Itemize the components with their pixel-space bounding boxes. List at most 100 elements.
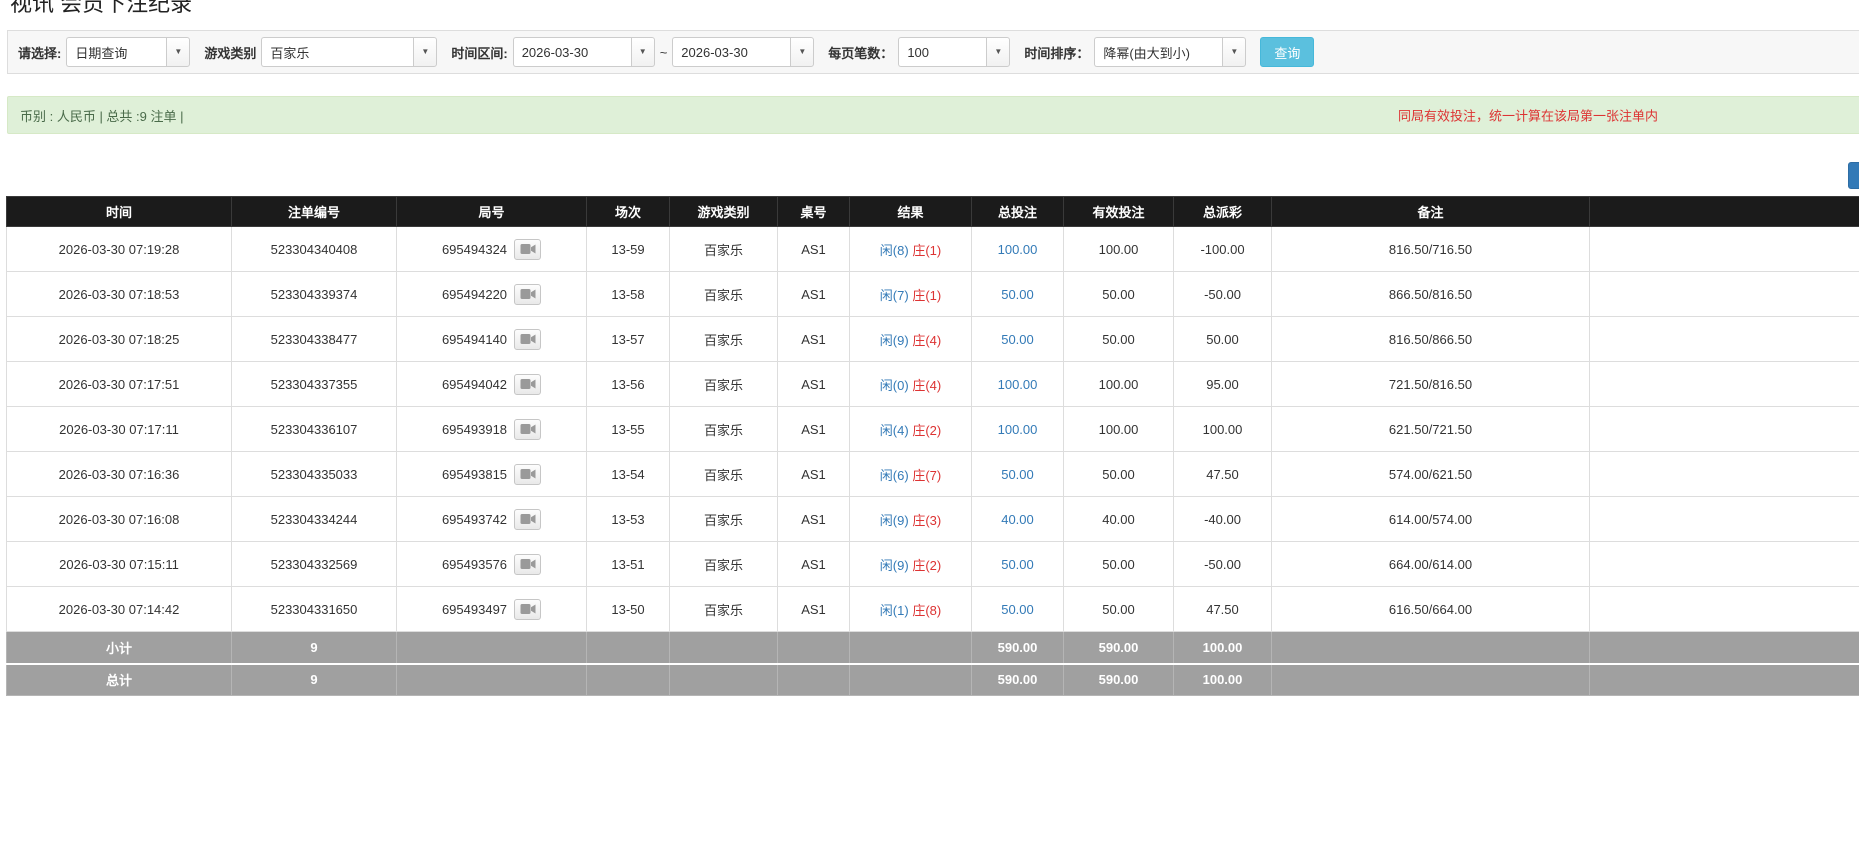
round-id-cell: 695493497 [396,586,587,632]
filler-cell [1589,406,1859,452]
note-cell: 664.00/614.00 [1271,541,1590,587]
time-cell: 2026-03-30 07:14:42 [6,586,232,632]
payout-cell: 95.00 [1173,361,1272,407]
note-cell: 621.50/721.50 [1271,406,1590,452]
payout-cell: 50.00 [1173,316,1272,362]
per-page-group: 每页笔数： ▼ [828,37,1011,67]
query-type-input[interactable] [66,37,167,67]
round-id: 695494220 [441,286,508,302]
game-type-label: 游戏类别 [204,45,257,61]
result-player: 闲(4) [879,422,909,438]
result-banker: 庄(3) [912,512,942,528]
time-sort-dropdown-button[interactable]: ▼ [1222,37,1247,67]
date-from-dropdown-button[interactable]: ▼ [630,37,655,67]
cut-off-right-edge-button[interactable] [1848,162,1859,189]
total-bet-link[interactable]: 50.00 [1001,332,1034,347]
total-bet-link[interactable]: 50.00 [1001,557,1034,572]
table-row: 2026-03-30 07:14:42 523304331650 695493497… [6,586,1859,632]
game-type-cell: 百家乐 [669,541,778,587]
search-button[interactable]: 查询 [1260,37,1315,67]
result-banker: 庄(2) [912,557,942,573]
game-type-cell: 百家乐 [669,586,778,632]
grand-total-row: 总计 9 590.00 590.00 100.00 [6,662,1859,696]
time-cell: 2026-03-30 07:18:53 [6,271,232,317]
round-id-cell: 695493576 [396,541,587,587]
game-type-dropdown-button[interactable]: ▼ [413,37,438,67]
foot-payout-cell: 100.00 [1173,662,1272,696]
video-glyph [520,559,536,569]
result-player: 闲(9) [879,512,909,528]
result-player: 闲(1) [879,602,909,618]
bet-id-cell: 523304332569 [231,541,397,587]
replay-video-icon[interactable] [514,283,542,305]
foot-count-cell: 9 [231,631,397,664]
result-cell: 闲(8) 庄(1) [849,226,972,272]
session-cell: 13-50 [586,586,670,632]
column-header: 结果 [849,196,972,227]
filler-cell [1589,451,1859,497]
total-bet-cell: 50.00 [971,541,1064,587]
foot-payout-cell: 100.00 [1173,631,1272,664]
note-cell: 614.00/574.00 [1271,496,1590,542]
video-glyph [520,424,536,434]
filler-cell [1589,226,1859,272]
session-cell: 13-58 [586,271,670,317]
total-bet-link[interactable]: 100.00 [998,242,1038,257]
replay-video-icon[interactable] [514,463,542,485]
replay-video-icon[interactable] [514,598,542,620]
game-type-cell: 百家乐 [669,406,778,452]
result-cell: 闲(0) 庄(4) [849,361,972,407]
query-type-dropdown-button[interactable]: ▼ [166,37,191,67]
time-sort-label: 时间排序： [1024,45,1090,61]
per-page-combobox: ▼ [898,37,1011,67]
session-cell: 13-56 [586,361,670,407]
date-to-dropdown-button[interactable]: ▼ [790,37,815,67]
time-cell: 2026-03-30 07:17:11 [6,406,232,452]
game-type-input[interactable] [261,37,414,67]
bet-id-cell: 523304338477 [231,316,397,362]
chevron-down-icon: ▼ [994,47,1003,56]
note-cell: 721.50/816.50 [1271,361,1590,407]
per-page-label: 每页笔数： [828,45,894,61]
total-bet-cell: 50.00 [971,451,1064,497]
total-bet-link[interactable]: 100.00 [998,422,1038,437]
foot-total-bet-cell: 590.00 [971,631,1064,664]
filler-cell [1589,361,1859,407]
replay-video-icon[interactable] [514,508,542,530]
result-banker: 庄(7) [912,467,942,483]
table-row: 2026-03-30 07:18:53 523304339374 695494220… [6,271,1859,317]
video-glyph [520,334,536,344]
foot-empty-cell [669,631,778,664]
foot-empty-cell [586,662,670,696]
session-cell: 13-53 [586,496,670,542]
per-page-dropdown-button[interactable]: ▼ [986,37,1011,67]
total-bet-link[interactable]: 40.00 [1001,512,1034,527]
per-page-input[interactable] [898,37,987,67]
total-bet-cell: 100.00 [971,406,1064,452]
replay-video-icon[interactable] [514,418,542,440]
foot-empty-cell [586,631,670,664]
replay-video-icon[interactable] [514,238,542,260]
total-bet-link[interactable]: 50.00 [1001,602,1034,617]
total-bet-link[interactable]: 50.00 [1001,287,1034,302]
date-to-input[interactable] [672,37,791,67]
video-glyph [520,469,536,479]
total-bet-link[interactable]: 50.00 [1001,467,1034,482]
date-range-group: 时间区间: ▼ ~ ▼ [451,37,815,67]
replay-video-icon[interactable] [514,553,542,575]
date-from-input[interactable] [512,37,631,67]
payout-cell: -100.00 [1173,226,1272,272]
replay-video-icon[interactable] [514,373,542,395]
payout-cell: -50.00 [1173,271,1272,317]
query-type-group: 请选择: ▼ [18,37,191,67]
time-sort-input[interactable] [1094,37,1223,67]
table-no-cell: AS1 [777,361,850,407]
column-header: 游戏类别 [669,196,778,227]
bet-id-cell: 523304337355 [231,361,397,407]
round-id-cell: 695494042 [396,361,587,407]
table-row: 2026-03-30 07:17:51 523304337355 695494042… [6,361,1859,407]
total-bet-link[interactable]: 100.00 [998,377,1038,392]
note-cell: 816.50/716.50 [1271,226,1590,272]
note-cell: 574.00/621.50 [1271,451,1590,497]
replay-video-icon[interactable] [514,328,542,350]
